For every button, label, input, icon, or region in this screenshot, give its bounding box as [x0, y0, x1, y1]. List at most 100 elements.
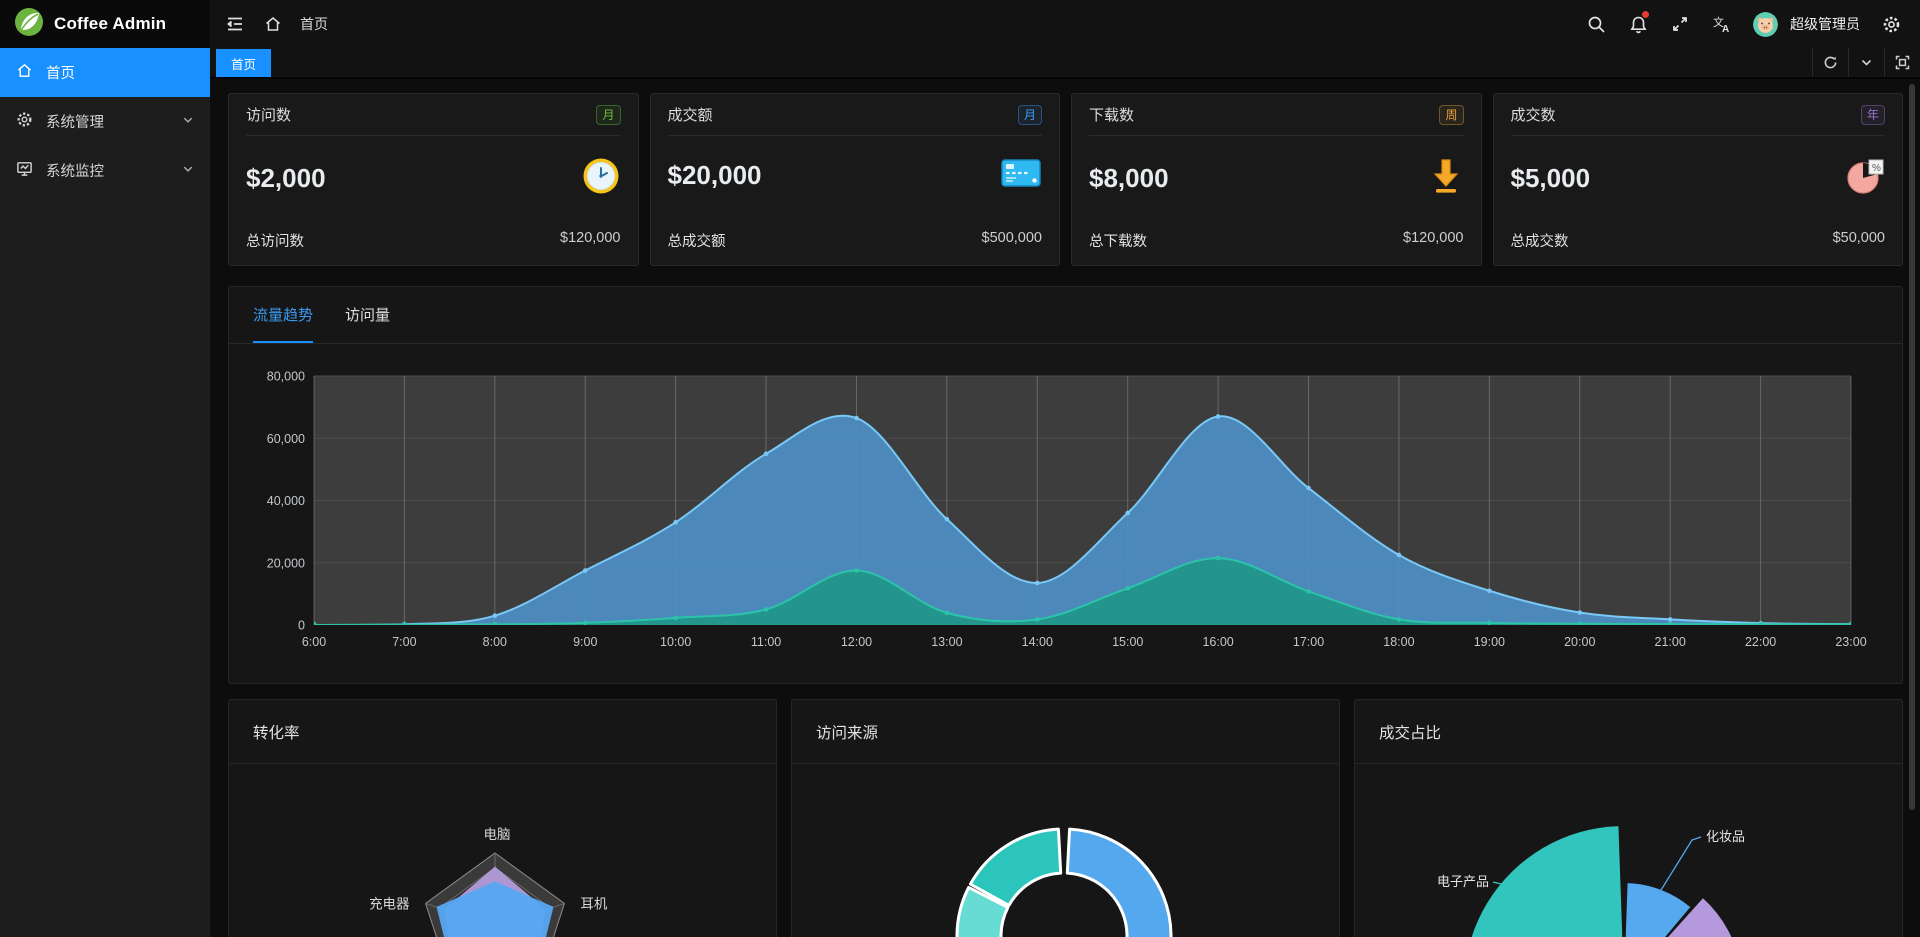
stat-value: $8,000	[1089, 163, 1169, 194]
breadcrumb-home-icon[interactable]	[262, 13, 284, 35]
gear-icon	[16, 111, 33, 132]
bottom-card-title: 成交占比	[1355, 700, 1902, 764]
bell-icon[interactable]	[1627, 13, 1649, 35]
svg-text:20,000: 20,000	[267, 556, 305, 570]
chevron-down-icon	[182, 163, 194, 179]
stat-card-title: 成交数	[1511, 104, 1556, 125]
svg-text:80,000: 80,000	[267, 370, 305, 384]
translate-icon[interactable]: 文 A	[1711, 13, 1733, 35]
trend-tab-0[interactable]: 流量趋势	[253, 287, 313, 343]
stat-value: $20,000	[668, 160, 762, 191]
svg-text:电子产品: 电子产品	[1437, 874, 1489, 889]
stat-value: $5,000	[1511, 163, 1591, 194]
svg-text:13:00: 13:00	[931, 635, 962, 649]
avatar[interactable]	[1753, 12, 1778, 37]
svg-text:22:00: 22:00	[1745, 635, 1776, 649]
notification-badge	[1642, 11, 1649, 18]
logo-bar: Coffee Admin	[0, 0, 210, 48]
svg-text:8:00: 8:00	[483, 635, 507, 649]
bottom-card-0: 转化率电脑耳机充电器	[228, 699, 777, 937]
stat-footer-label: 总成交数	[1511, 230, 1569, 251]
vertical-scrollbar[interactable]	[1909, 84, 1915, 810]
bottom-card-chart[interactable]: 化妆品电子产品	[1355, 764, 1902, 937]
download-icon	[1428, 156, 1464, 201]
sidebar-item-label: 系统监控	[46, 160, 104, 181]
traffic-trend-chart[interactable]: 020,00040,00060,00080,0006:007:008:009:0…	[229, 344, 1902, 683]
stat-card-body: $2,000	[246, 156, 621, 201]
stat-card-3[interactable]: 成交数年$5,000%总成交数$50,000	[1493, 93, 1904, 266]
chevron-down-icon	[182, 114, 194, 130]
sidebar-item-2[interactable]: 系统监控	[0, 146, 210, 195]
search-icon[interactable]	[1585, 13, 1607, 35]
stat-card-0[interactable]: 访问数月$2,000总访问数$120,000	[228, 93, 639, 266]
svg-text:15:00: 15:00	[1112, 635, 1143, 649]
svg-text:19:00: 19:00	[1474, 635, 1505, 649]
stat-footer-label: 总成交额	[668, 230, 726, 251]
stat-card-1[interactable]: 成交额 月 $20,000 总成交额$500,000	[650, 93, 1061, 266]
breadcrumb[interactable]: 首页	[300, 14, 328, 34]
stat-card-body: $5,000%	[1511, 156, 1886, 201]
period-badge: 周	[1439, 105, 1463, 125]
sidebar-item-0[interactable]: 首页	[0, 48, 210, 97]
period-badge: 月	[596, 105, 620, 125]
coffee-admin-logo-icon	[14, 7, 44, 42]
page-content: 访问数月$2,000总访问数$120,000成交额月$20,000总成交额$50…	[210, 81, 1920, 937]
gear-icon[interactable]	[1880, 13, 1902, 35]
svg-text:60,000: 60,000	[267, 432, 305, 446]
fold-menu-icon[interactable]	[224, 13, 246, 35]
svg-text:9:00: 9:00	[573, 635, 597, 649]
period-badge: 月	[1018, 105, 1042, 125]
svg-text:0: 0	[298, 619, 305, 633]
period-badge: 年	[1861, 105, 1885, 125]
maximize-icon[interactable]	[1884, 48, 1920, 77]
app-window: Coffee Admin 首页系统管理系统监控 首页	[0, 0, 1920, 937]
stat-card-header: 访问数月	[246, 94, 621, 136]
home-icon	[16, 62, 33, 83]
refresh-icon[interactable]	[1812, 48, 1848, 77]
svg-text:6:00: 6:00	[302, 635, 326, 649]
app-title: Coffee Admin	[54, 14, 166, 34]
monitor-icon	[16, 160, 33, 181]
stat-card-header: 成交额 月	[668, 94, 1043, 136]
sidebar: Coffee Admin 首页系统管理系统监控	[0, 0, 210, 937]
stat-card-body: $20,000	[668, 156, 1043, 195]
stat-card-footer: 总成交额$500,000	[668, 230, 1043, 265]
clock-icon	[581, 156, 621, 201]
trend-tab-1[interactable]: 访问量	[345, 287, 390, 343]
svg-text:40,000: 40,000	[267, 494, 305, 508]
sidebar-menu: 首页系统管理系统监控	[0, 48, 210, 195]
stat-card-header: 下载数 周	[1089, 94, 1464, 136]
svg-text:10:00: 10:00	[660, 635, 691, 649]
svg-text:%: %	[1872, 163, 1881, 174]
stat-card-footer: 总下载数 $120,000	[1089, 230, 1464, 265]
bottom-card-chart[interactable]	[792, 764, 1339, 937]
chevron-down-icon[interactable]	[1848, 48, 1884, 77]
svg-text:电脑: 电脑	[484, 827, 511, 842]
main-area: 首页	[210, 0, 1920, 937]
username[interactable]: 超级管理员	[1790, 14, 1860, 34]
stat-cards-row: 访问数月$2,000总访问数$120,000成交额月$20,000总成交额$50…	[228, 93, 1903, 266]
stat-footer-value: $120,000	[560, 230, 620, 251]
stat-footer-value: $120,000	[1403, 230, 1463, 251]
top-navbar: 首页	[210, 0, 1920, 48]
tabs-bar: 首页	[210, 48, 1920, 79]
fullscreen-icon[interactable]	[1669, 13, 1691, 35]
svg-text:充电器: 充电器	[369, 896, 410, 911]
svg-text:化妆品: 化妆品	[1706, 829, 1745, 844]
bottom-card-chart[interactable]: 电脑耳机充电器	[229, 764, 776, 937]
stat-card-header: 成交数 年	[1511, 94, 1886, 136]
tab-home[interactable]: 首页	[216, 49, 271, 77]
svg-text:20:00: 20:00	[1564, 635, 1595, 649]
stat-card-title: 成交额	[668, 104, 713, 125]
svg-text:17:00: 17:00	[1293, 635, 1324, 649]
stat-card-2[interactable]: 下载数 周 $8,000 总下载数 $120,000	[1071, 93, 1482, 266]
sidebar-item-1[interactable]: 系统管理	[0, 97, 210, 146]
traffic-trend-card: 流量趋势访问量 020,00040,00060,00080,0006:007:0…	[228, 286, 1903, 684]
stat-footer-label: 总下载数	[1089, 230, 1147, 251]
bottom-card-title: 转化率	[229, 700, 776, 764]
stat-card-title: 下载数	[1089, 104, 1134, 125]
svg-text:12:00: 12:00	[841, 635, 872, 649]
bottom-card-1: 访问来源	[791, 699, 1340, 937]
tab-controls	[1812, 48, 1920, 77]
svg-text:11:00: 11:00	[751, 635, 781, 649]
